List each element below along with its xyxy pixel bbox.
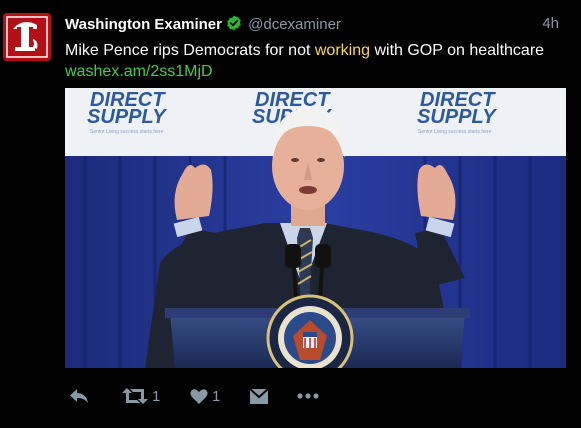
banner-text-2: SUPPLY bbox=[87, 106, 167, 128]
tweet: Washington Examiner @dcexaminer 4h Mike … bbox=[0, 0, 581, 428]
more-button[interactable] bbox=[297, 383, 319, 409]
envelope-icon bbox=[249, 387, 269, 404]
direct-message-button[interactable] bbox=[249, 383, 269, 409]
tweet-text-part: with GOP on healthcare bbox=[370, 42, 545, 59]
more-icon bbox=[297, 393, 319, 399]
tweet-timestamp[interactable]: 4h bbox=[542, 15, 559, 32]
washington-examiner-logo-icon bbox=[3, 13, 51, 61]
avatar[interactable] bbox=[3, 13, 51, 61]
banner-tagline-2: Senior Living success starts here bbox=[418, 129, 492, 135]
tweet-header: Washington Examiner @dcexaminer 4h bbox=[65, 15, 575, 35]
verified-badge-icon bbox=[227, 15, 241, 31]
tweet-link[interactable]: washex.am/2ss1MjD bbox=[65, 63, 213, 80]
retweet-icon bbox=[122, 388, 148, 404]
photo-illustration: DIRECT SUPPLY DIRECT SUPPLY DIRECT SUPPL… bbox=[65, 88, 566, 368]
heart-icon bbox=[190, 388, 208, 404]
tweet-media-image[interactable]: DIRECT SUPPLY DIRECT SUPPLY DIRECT SUPPL… bbox=[65, 88, 566, 368]
reply-icon bbox=[70, 389, 88, 403]
banner-text-6: SUPPLY bbox=[417, 106, 497, 128]
tweet-actions: 1 1 bbox=[65, 383, 365, 409]
retweet-count: 1 bbox=[152, 387, 161, 405]
retweet-button[interactable]: 1 bbox=[122, 383, 160, 409]
author-name[interactable]: Washington Examiner bbox=[65, 16, 222, 33]
tweet-text: Mike Pence rips Democrats for not workin… bbox=[65, 40, 545, 82]
author-handle[interactable]: @dcexaminer bbox=[248, 16, 341, 33]
like-button[interactable]: 1 bbox=[190, 383, 220, 409]
reply-button[interactable] bbox=[69, 383, 89, 409]
tweet-text-part: Mike Pence rips Democrats for not bbox=[65, 42, 315, 59]
tweet-text-highlight: working bbox=[314, 42, 371, 59]
banner-tagline-1: Senior Living success starts here bbox=[90, 129, 164, 135]
like-count: 1 bbox=[212, 387, 221, 405]
